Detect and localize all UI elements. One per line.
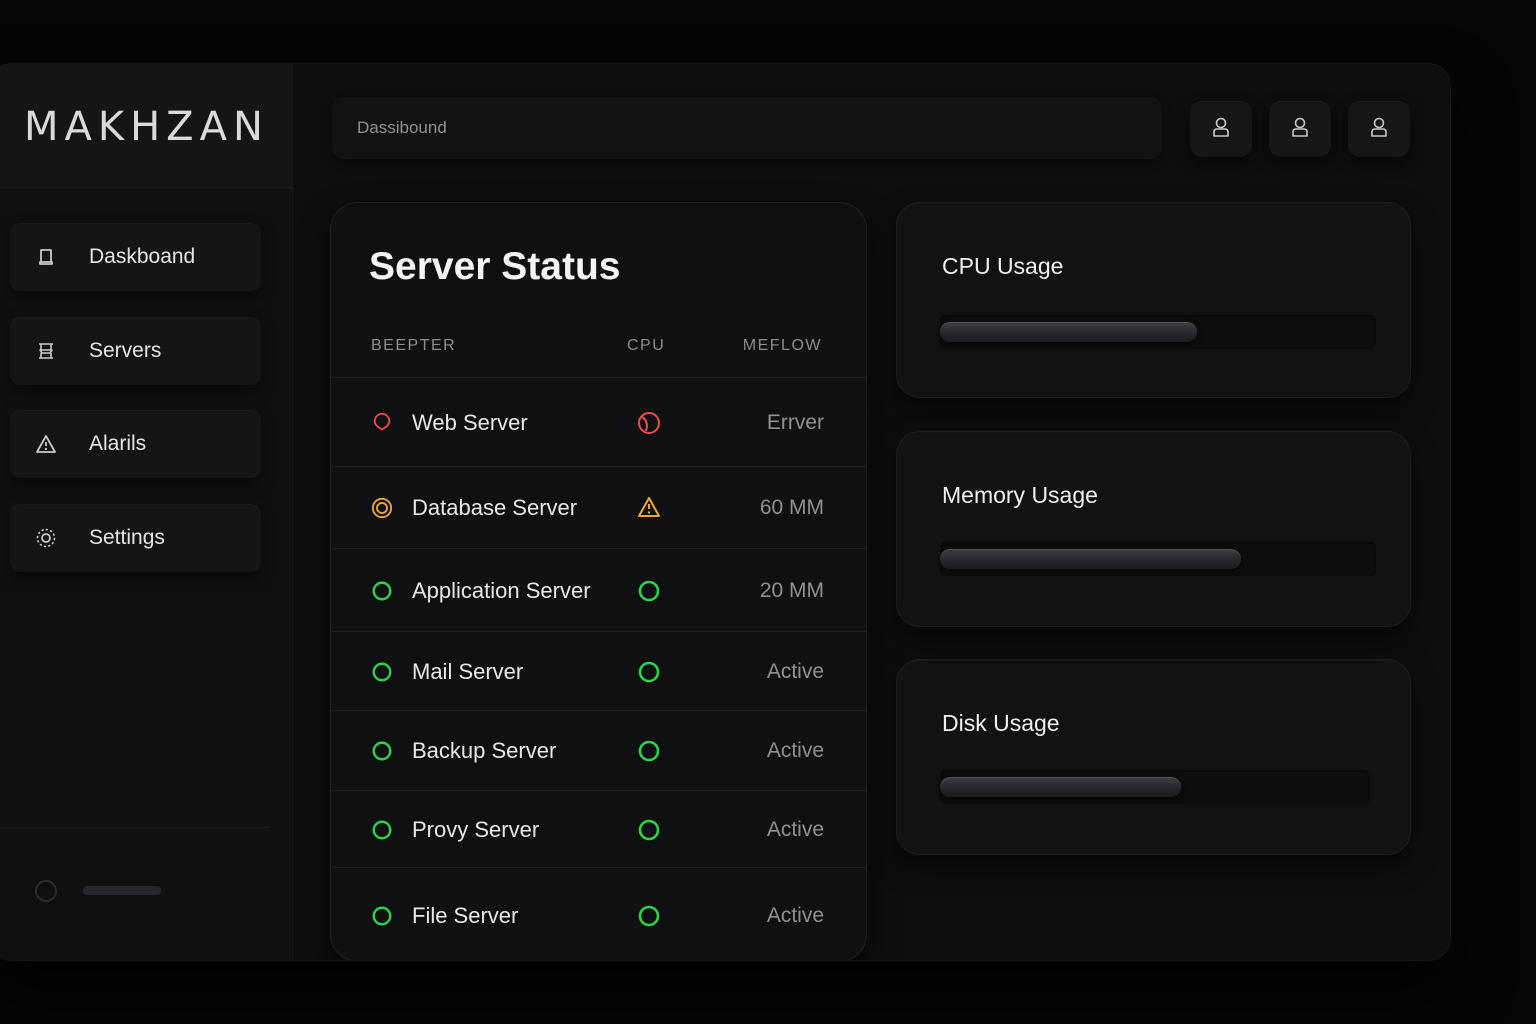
column-header-name: BEEPTER bbox=[371, 337, 457, 354]
cpu-warning-icon bbox=[636, 495, 662, 521]
server-name: Database Server bbox=[412, 495, 578, 520]
card-title: Memory Usage bbox=[942, 482, 1098, 508]
server-name: Mail Server bbox=[412, 658, 524, 684]
card-title: Server Status bbox=[369, 245, 621, 288]
server-name: Application Server bbox=[412, 577, 591, 603]
memory-value: Active bbox=[766, 739, 824, 762]
user-icon bbox=[1211, 116, 1231, 143]
cpu-ok-icon bbox=[636, 659, 662, 685]
table-row[interactable]: Backup Server Active bbox=[331, 711, 866, 791]
server-name: Provy Server bbox=[412, 816, 540, 842]
cpu-usage-card: CPU Usage bbox=[896, 202, 1411, 398]
status-ok-icon bbox=[371, 580, 393, 602]
status-ok-icon bbox=[371, 905, 393, 927]
cpu-ok-icon bbox=[636, 817, 662, 843]
memory-value: Errver bbox=[766, 410, 824, 434]
server-name: Web Server bbox=[412, 409, 528, 435]
cpu-usage-bar bbox=[940, 322, 1198, 342]
server-icon bbox=[35, 340, 57, 362]
status-ok-icon bbox=[371, 819, 393, 841]
warning-icon bbox=[35, 433, 57, 455]
sidebar: MAKHZAN Daskboand Servers Alarils Settin bbox=[0, 64, 293, 960]
search-bar bbox=[332, 97, 1162, 159]
status-warning-icon bbox=[371, 497, 393, 519]
sidebar-divider bbox=[0, 827, 270, 828]
app-window: MAKHZAN Daskboand Servers Alarils Settin bbox=[0, 64, 1450, 960]
column-header-memory: MEFLOW bbox=[742, 337, 822, 354]
dashboard-icon bbox=[35, 246, 57, 268]
cpu-ok-icon bbox=[636, 903, 662, 929]
usage-track bbox=[940, 770, 1370, 804]
table-row[interactable]: Provy Server Active bbox=[331, 791, 866, 868]
user-avatar[interactable] bbox=[35, 880, 57, 902]
sidebar-item-label: Alarils bbox=[89, 432, 147, 455]
table-row[interactable]: File Server Active bbox=[331, 868, 866, 960]
table-row[interactable]: Web Server Errver bbox=[331, 378, 866, 467]
user-button-3[interactable] bbox=[1348, 101, 1410, 157]
memory-value: Active bbox=[766, 903, 824, 927]
memory-value: Active bbox=[766, 817, 824, 841]
card-title: Disk Usage bbox=[942, 710, 1060, 736]
status-error-icon bbox=[371, 412, 393, 434]
server-name: File Server bbox=[412, 902, 519, 928]
memory-value: 60 MM bbox=[759, 496, 824, 519]
search-input[interactable] bbox=[357, 118, 1117, 138]
user-icon bbox=[1290, 116, 1310, 143]
table-row[interactable]: Mail Server Active bbox=[331, 632, 866, 711]
usage-track bbox=[940, 542, 1376, 576]
user-button-2[interactable] bbox=[1269, 101, 1331, 157]
cpu-ok-icon bbox=[636, 738, 662, 764]
sidebar-item-label: Settings bbox=[89, 526, 165, 549]
disk-usage-bar bbox=[940, 777, 1181, 797]
memory-usage-bar bbox=[940, 549, 1241, 569]
usage-track bbox=[940, 315, 1376, 349]
brand-logo: MAKHZAN bbox=[24, 104, 269, 150]
memory-value: Active bbox=[766, 659, 824, 683]
sidebar-item-settings[interactable]: Settings bbox=[10, 504, 261, 572]
gear-icon bbox=[35, 527, 57, 549]
card-title: CPU Usage bbox=[942, 253, 1064, 279]
user-button-1[interactable] bbox=[1190, 101, 1252, 157]
status-ok-icon bbox=[371, 661, 393, 683]
sidebar-item-label: Servers bbox=[89, 339, 162, 362]
sidebar-item-label: Daskboand bbox=[89, 245, 196, 268]
brand-header: MAKHZAN bbox=[0, 64, 293, 188]
sidebar-item-dashboard[interactable]: Daskboand bbox=[10, 223, 261, 291]
column-header-cpu: CPU bbox=[627, 337, 666, 354]
cpu-error-icon bbox=[636, 410, 662, 436]
sidebar-item-servers[interactable]: Servers bbox=[10, 317, 261, 385]
server-status-card: Server Status BEEPTER CPU MEFLOW Web Ser… bbox=[330, 202, 867, 960]
status-ok-icon bbox=[371, 740, 393, 762]
sidebar-item-alerts[interactable]: Alarils bbox=[10, 410, 261, 478]
table-row[interactable]: Application Server 20 MM bbox=[331, 549, 866, 632]
memory-usage-card: Memory Usage bbox=[896, 431, 1411, 627]
user-icon bbox=[1369, 116, 1389, 143]
cpu-ok-icon bbox=[636, 578, 662, 604]
memory-value: 20 MM bbox=[759, 578, 824, 602]
server-name: Backup Server bbox=[412, 738, 557, 763]
table-row[interactable]: Database Server 60 MM bbox=[331, 467, 866, 549]
user-name-placeholder bbox=[83, 886, 161, 895]
disk-usage-card: Disk Usage bbox=[896, 659, 1411, 855]
